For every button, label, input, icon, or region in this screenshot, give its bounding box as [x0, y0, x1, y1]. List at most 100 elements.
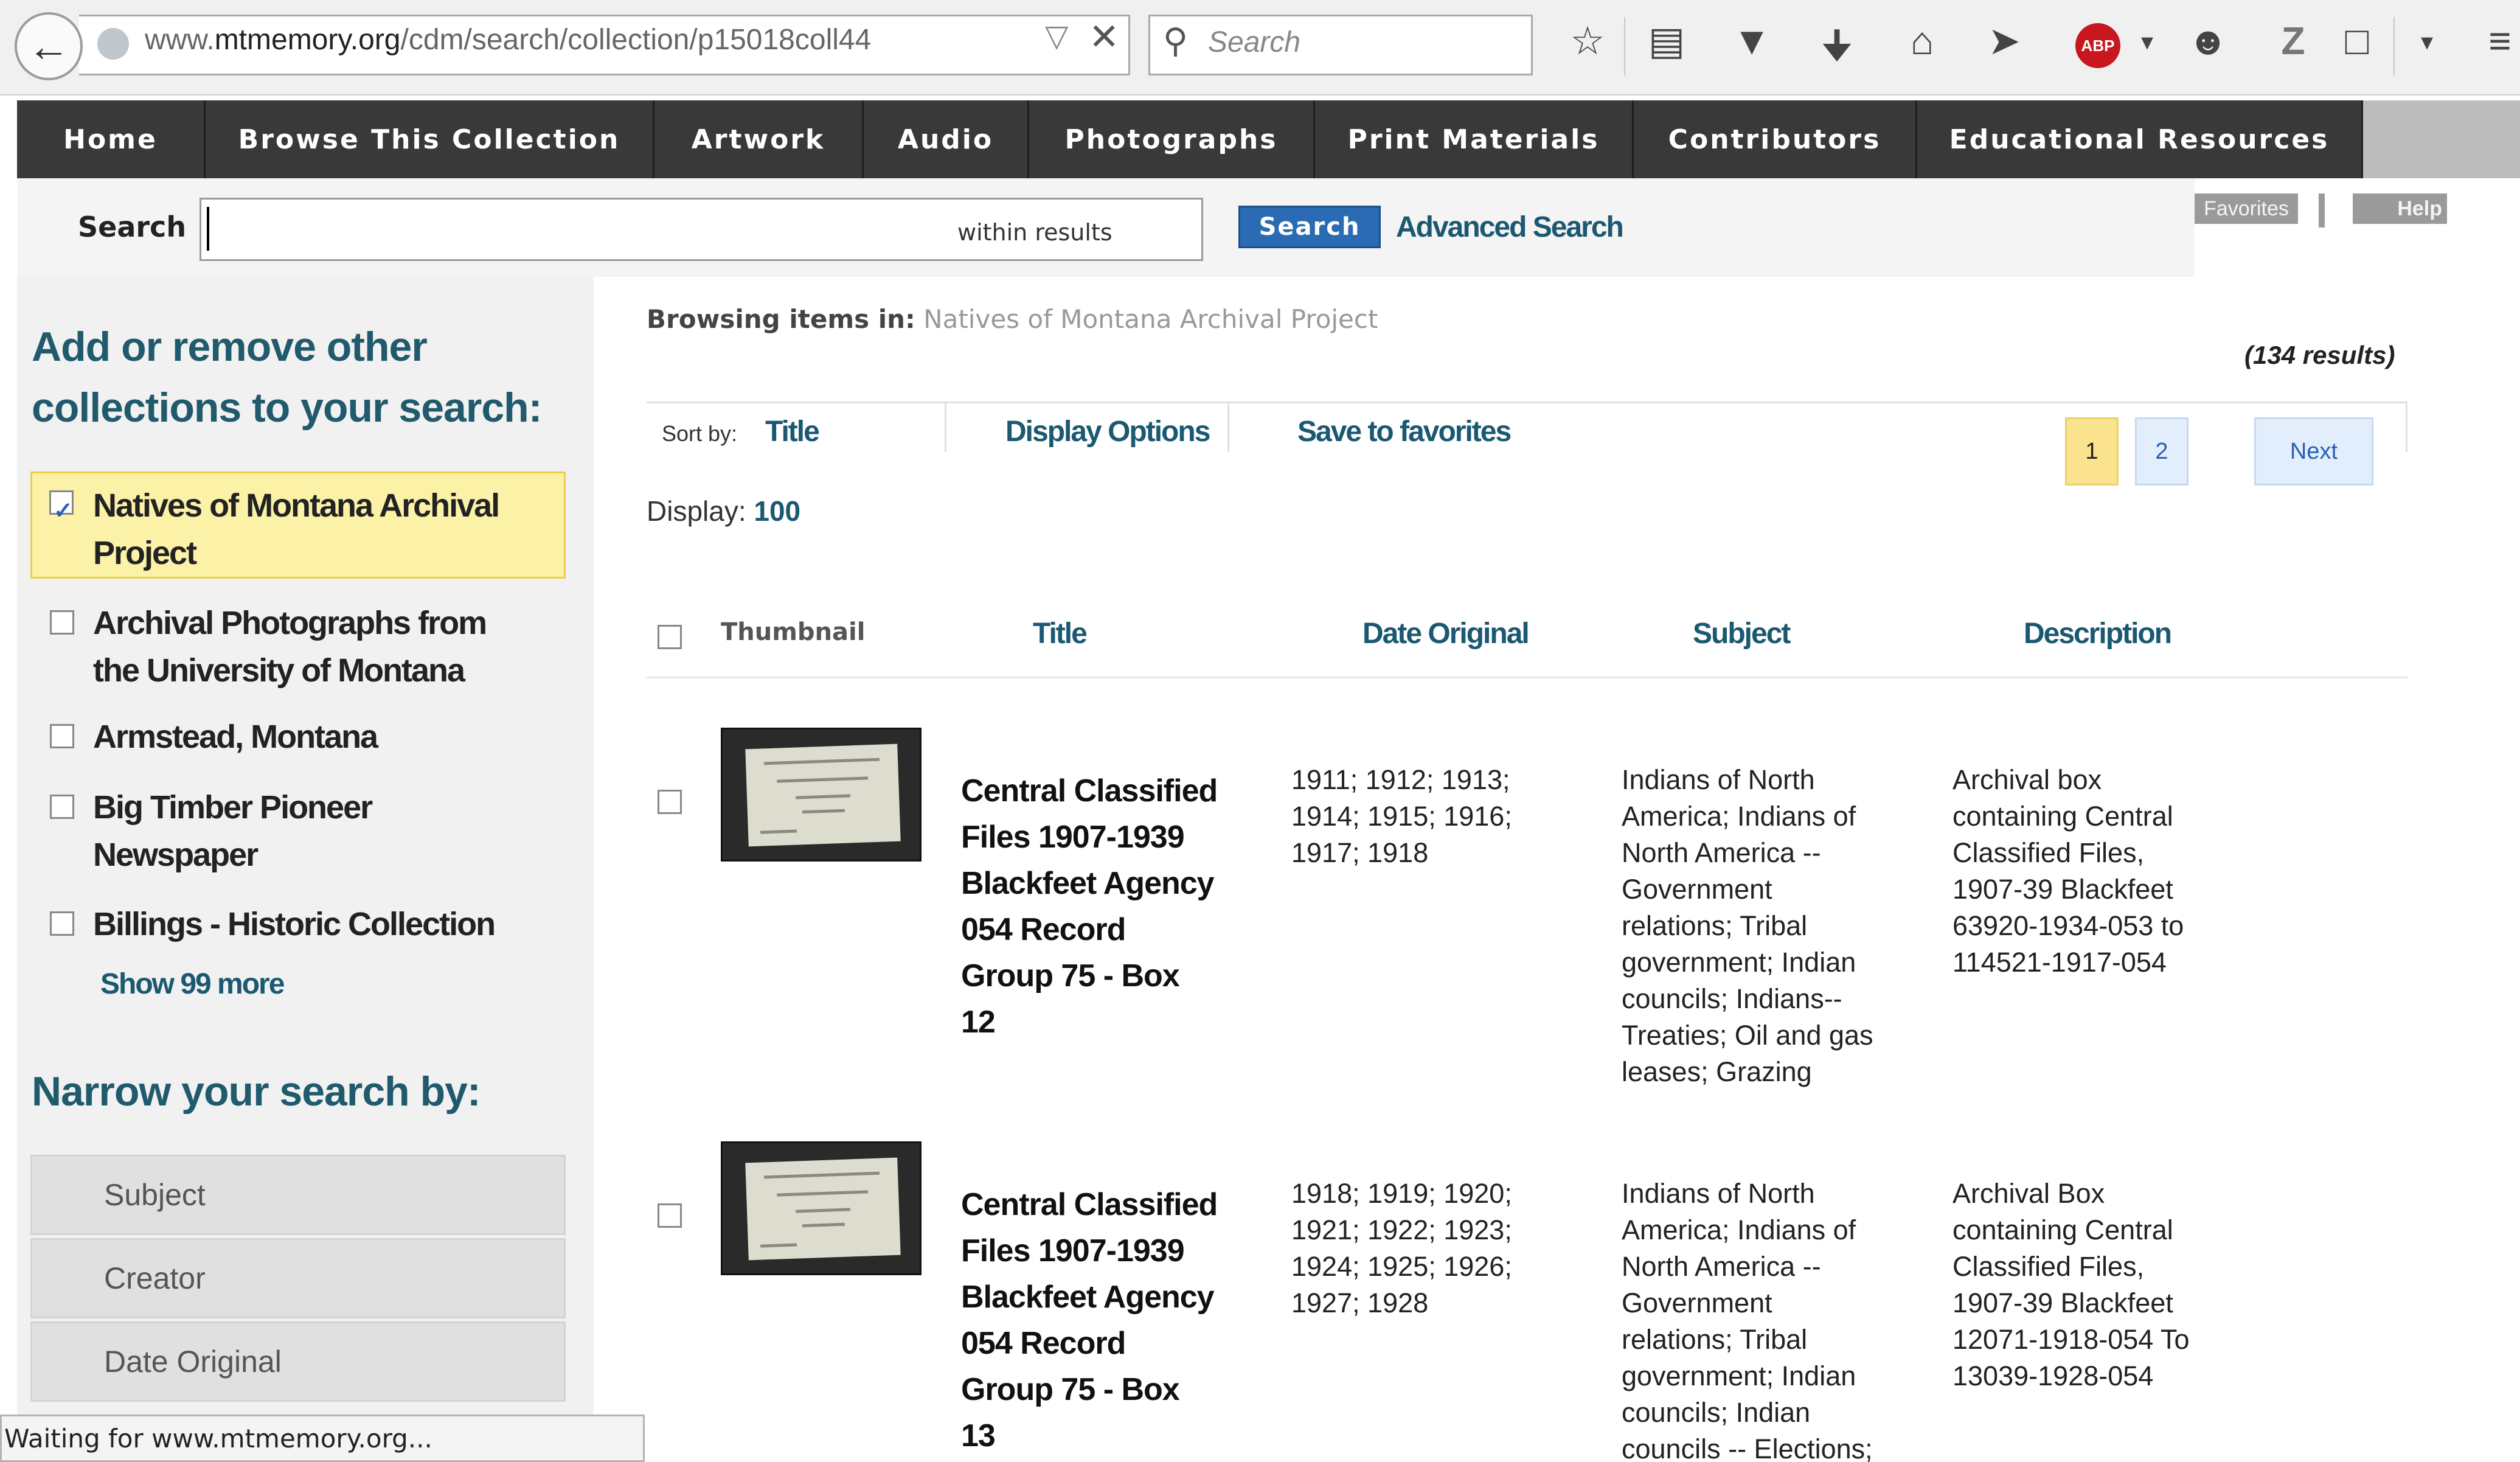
collection-label: Natives of Montana Archival	[93, 487, 500, 524]
table-row: Central Classified Files 1907-1939 Blackfe…	[647, 718, 2407, 1095]
row-checkbox[interactable]	[658, 1203, 682, 1228]
next-page-button[interactable]: Next	[2254, 417, 2373, 486]
collection-checkbox[interactable]	[50, 911, 74, 936]
collection-label: Newspaper	[93, 837, 259, 873]
favorites-help-divider	[2319, 193, 2325, 228]
search-label: Search	[78, 211, 187, 243]
favorites-button[interactable]: Favorites	[2195, 193, 2298, 224]
search-button[interactable]: Search	[1238, 206, 1381, 248]
back-arrow-icon: ←	[27, 23, 70, 70]
sort-by-dropdown[interactable]: Title	[765, 415, 820, 448]
column-header-description[interactable]: Description	[2024, 617, 2172, 650]
close-icon[interactable]: ✕	[1089, 16, 1119, 58]
home-icon[interactable]: ⌂	[1898, 18, 1946, 63]
display-count-dropdown[interactable]: 100	[754, 495, 800, 527]
row-subject: Indians of North America; Indians of North…	[1622, 1178, 1873, 1462]
save-to-favorites-link[interactable]: Save to favorites	[1297, 415, 1512, 448]
row-checkbox[interactable]	[658, 790, 682, 814]
facet-creator[interactable]: Creator	[30, 1238, 566, 1318]
table-row: Central Classified Files 1907-1939 Blackfe…	[647, 1132, 2407, 1462]
column-header-thumbnail: Thumbnail	[721, 618, 866, 646]
nav-educational-resources[interactable]: Educational Resources	[1917, 100, 2363, 178]
collections-heading-line1: Add or remove other	[32, 324, 428, 370]
nav-home[interactable]: Home	[17, 100, 206, 178]
page-1-button[interactable]: 1	[2065, 417, 2119, 486]
chat-icon[interactable]: ☻	[2184, 18, 2232, 63]
collection-item-big-timber[interactable]: Big Timber Pioneer Newspaper	[30, 784, 628, 879]
thumbnail-image[interactable]	[721, 728, 922, 862]
sort-bar-divider	[1227, 403, 1229, 452]
collection-checkbox[interactable]	[49, 487, 74, 535]
collection-label: Big Timber Pioneer	[93, 789, 373, 826]
nav-photographs[interactable]: Photographs	[1029, 100, 1315, 178]
sort-by-label: Sort by:	[662, 421, 738, 446]
page-2-button[interactable]: 2	[2135, 417, 2189, 486]
show-more-link[interactable]: Show 99 more	[100, 967, 285, 1001]
globe-icon	[97, 28, 129, 60]
display-options-link[interactable]: Display Options	[1005, 415, 1210, 448]
nav-audio[interactable]: Audio	[864, 100, 1029, 178]
column-header-date[interactable]: Date Original	[1362, 617, 1530, 650]
back-button[interactable]: ←	[15, 12, 83, 80]
search-icon: ⚲	[1163, 21, 1189, 60]
toolbar-divider	[2393, 17, 2395, 75]
column-header-title[interactable]: Title	[1033, 617, 1088, 650]
collection-item-armstead[interactable]: Armstead, Montana	[30, 713, 628, 761]
url-text[interactable]: www.mtmemory.org/cdm/search/collection/p…	[145, 23, 871, 57]
pocket-icon[interactable]: ▼	[1727, 18, 1776, 63]
collections-heading-line2: collections to your search:	[32, 385, 542, 431]
collections-heading: Add or remove other collections to your …	[32, 316, 542, 438]
thumbnail-image[interactable]	[721, 1141, 922, 1275]
page-icon[interactable]: □	[2333, 18, 2381, 63]
facet-date-original[interactable]: Date Original	[30, 1321, 566, 1402]
browsing-collection: Natives of Montana Archival Project	[923, 304, 1378, 334]
adblock-icon[interactable]: ABP	[2075, 23, 2120, 68]
nav-contributors[interactable]: Contributors	[1634, 100, 1917, 178]
nav-print-materials[interactable]: Print Materials	[1315, 100, 1634, 178]
header-rule	[647, 677, 2407, 678]
adblock-dropdown-icon[interactable]: ▾	[2123, 28, 2171, 56]
nav-browse-collection[interactable]: Browse This Collection	[206, 100, 654, 178]
collection-checkbox[interactable]	[50, 795, 74, 819]
row-description: Archival Box containing Central Classified…	[1952, 1178, 2190, 1391]
column-header-subject[interactable]: Subject	[1693, 617, 1791, 650]
within-results-label[interactable]: within results	[957, 219, 1112, 246]
narrow-heading: Narrow your search by:	[32, 1068, 481, 1115]
browser-search-bar[interactable]	[1148, 15, 1533, 75]
collection-label: Archival Photographs from	[93, 605, 487, 641]
row-description: Archival box containing Central Classified…	[1952, 764, 2184, 978]
menu-icon[interactable]: ≡	[2476, 18, 2520, 63]
collection-checkbox[interactable]	[50, 610, 74, 635]
collection-item-archival-photographs[interactable]: Archival Photographs from the University…	[30, 599, 628, 694]
thumbnail-document	[745, 743, 901, 847]
text-caret	[207, 207, 209, 251]
row-date: 1911; 1912; 1913; 1914; 1915; 1916; 1917; …	[1291, 764, 1512, 868]
collection-label: Project	[93, 535, 197, 571]
toolbar-divider	[1624, 17, 1625, 75]
row-title-link[interactable]: Central Classified Files 1907-1939 Blackfe…	[961, 1182, 1229, 1459]
row-title-link[interactable]: Central Classified Files 1907-1939 Blackfe…	[961, 768, 1229, 1045]
collection-checkbox[interactable]	[50, 724, 74, 748]
sort-bar-divider	[2406, 403, 2407, 452]
facet-subject[interactable]: Subject	[30, 1155, 566, 1235]
reading-list-icon[interactable]: ▤	[1642, 18, 1691, 64]
star-icon[interactable]: ☆	[1563, 18, 1612, 64]
url-dropdown-icon[interactable]: ▽	[1045, 18, 1068, 54]
select-all-checkbox[interactable]	[658, 625, 682, 649]
help-button[interactable]: Help	[2353, 193, 2447, 224]
download-icon[interactable]: 🠋	[1813, 18, 1861, 84]
row-date: 1918; 1919; 1920; 1921; 1922; 1923; 1924; …	[1291, 1178, 1512, 1318]
collection-item-billings[interactable]: Billings - Historic Collection	[30, 900, 628, 948]
collection-label: the University of Montana	[93, 652, 465, 689]
sort-bar-rule	[647, 402, 2407, 403]
collection-label: Armstead, Montana	[93, 719, 378, 755]
collection-item-natives-of-montana[interactable]: Natives of Montana Archival Project	[30, 472, 566, 579]
page-dropdown-icon[interactable]: ▾	[2403, 28, 2451, 56]
nav-artwork[interactable]: Artwork	[654, 100, 864, 178]
browsing-info: Browsing items in: Natives of Montana Ar…	[647, 304, 1378, 334]
collection-label: Billings - Historic Collection	[93, 906, 496, 942]
advanced-search-link[interactable]: Advanced Search	[1396, 211, 1624, 244]
zotero-icon[interactable]: Z	[2269, 18, 2317, 63]
status-bar: Waiting for www.mtmemory.org...	[0, 1415, 645, 1462]
send-icon[interactable]: ➤	[1980, 18, 2029, 64]
